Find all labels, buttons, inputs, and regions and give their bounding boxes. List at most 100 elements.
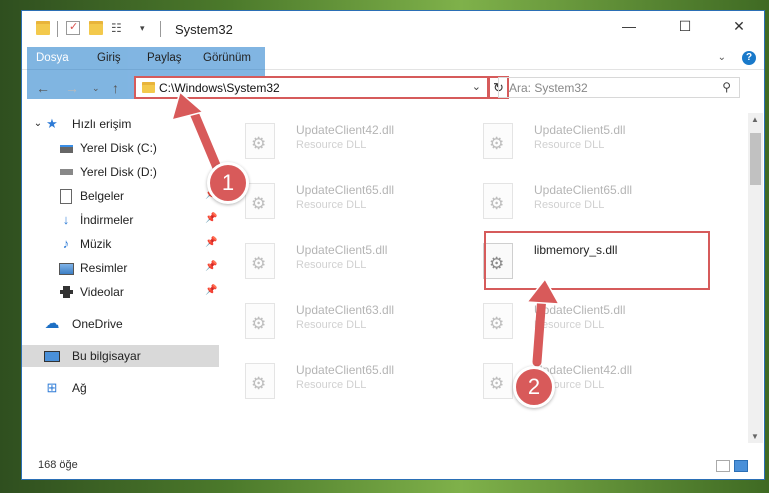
sidebar-item-network[interactable]: ⊞ Ağ <box>22 377 219 399</box>
scroll-down-icon[interactable]: ▼ <box>751 432 759 441</box>
documents-icon <box>58 188 74 204</box>
dll-file-icon: ⚙ <box>245 183 275 219</box>
tab-view[interactable]: Görünüm <box>194 47 260 69</box>
pin-icon[interactable]: 📌 <box>205 285 217 296</box>
explorer-window: ✓ ☷ ▾ System32 — ☐ ✕ Dosya Giriş Paylaş … <box>21 10 765 480</box>
file-item[interactable]: ⚙ UpdateClient42.dll Resource DLL <box>465 353 685 405</box>
sidebar-item-onedrive[interactable]: ☁ OneDrive <box>22 313 219 335</box>
scroll-thumb[interactable] <box>750 133 761 185</box>
file-name: UpdateClient65.dll <box>296 183 395 197</box>
tab-home[interactable]: Giriş <box>88 47 130 69</box>
file-type: Resource DLL <box>534 319 605 331</box>
back-arrow-icon[interactable]: ← <box>36 80 50 96</box>
music-icon: ♪ <box>62 236 70 251</box>
new-folder-icon[interactable] <box>89 21 103 35</box>
dll-file-icon: ⚙ <box>245 363 275 399</box>
item-count: 168 öğe <box>38 459 78 471</box>
sidebar-item-label: Bu bilgisayar <box>72 349 141 363</box>
forward-arrow-icon[interactable]: → <box>65 80 79 96</box>
sidebar-item-downloads[interactable]: ↓ İndirmeler 📌 <box>22 209 219 231</box>
ribbon-tabs: Dosya Giriş Paylaş Görünüm ⌄ ? <box>22 47 764 99</box>
pin-icon[interactable]: 📌 <box>205 213 217 224</box>
file-type: Resource DLL <box>296 199 367 211</box>
pin-icon[interactable]: 📌 <box>205 261 217 272</box>
step-2-badge: 2 <box>513 366 555 408</box>
properties-icon[interactable]: ✓ <box>66 21 80 35</box>
ribbon-expand-icon[interactable]: ⌄ <box>718 52 726 63</box>
drive-icon <box>58 164 74 180</box>
sidebar-item-this-pc[interactable]: Bu bilgisayar <box>22 345 219 367</box>
computer-icon <box>44 348 60 364</box>
file-item[interactable]: ⚙ UpdateClient65.dll Resource DLL <box>465 173 685 225</box>
highlight-box <box>484 231 710 290</box>
sidebar-item-music[interactable]: ♪ Müzik 📌 <box>22 233 219 255</box>
video-icon <box>58 284 74 300</box>
maximize-button[interactable]: ☐ <box>662 15 708 37</box>
search-icon[interactable]: ⚲ <box>722 80 731 94</box>
star-icon: ★ <box>46 116 58 131</box>
dll-file-icon: ⚙ <box>245 243 275 279</box>
tab-share[interactable]: Paylaş <box>138 47 191 69</box>
file-type: Resource DLL <box>534 199 605 211</box>
sidebar-item-local-disk-d[interactable]: Yerel Disk (D:) <box>22 161 219 183</box>
sidebar-item-label: Yerel Disk (C:) <box>80 141 157 155</box>
chevron-down-icon[interactable]: ⌄ <box>472 80 481 93</box>
folder-icon <box>36 21 50 35</box>
pin-icon[interactable]: 📌 <box>205 237 217 248</box>
sidebar-item-videos[interactable]: Videolar 📌 <box>22 281 219 303</box>
details-view-icon[interactable] <box>716 460 730 472</box>
file-type: Resource DLL <box>296 319 367 331</box>
navigation-pane: ⌄ ★ Hızlı erişim Yerel Disk (C:) Yerel D… <box>22 113 219 443</box>
window-title: System32 <box>175 22 233 37</box>
sidebar-item-label: Müzik <box>80 237 112 251</box>
vertical-scrollbar[interactable]: ▲ ▼ <box>748 113 763 443</box>
dll-file-icon: ⚙ <box>483 363 513 399</box>
sidebar-item-label: Videolar <box>80 285 124 299</box>
file-item[interactable]: ⚙ UpdateClient5.dll Resource DLL <box>227 233 447 285</box>
sidebar-item-pictures[interactable]: Resimler 📌 <box>22 257 219 279</box>
scroll-up-icon[interactable]: ▲ <box>751 115 759 124</box>
sidebar-item-quick-access[interactable]: ⌄ ★ Hızlı erişim <box>22 113 219 135</box>
pictures-icon <box>58 260 74 276</box>
status-bar: 168 öğe <box>22 453 764 479</box>
sidebar-item-label: İndirmeler <box>80 213 134 227</box>
cloud-icon: ☁ <box>44 315 60 332</box>
file-type: Resource DLL <box>296 259 367 271</box>
folder-icon <box>142 82 155 93</box>
separator <box>160 21 161 37</box>
sidebar-item-label: Belgeler <box>80 189 125 203</box>
search-placeholder: Ara: System32 <box>509 81 588 95</box>
file-item[interactable]: ⚙ UpdateClient65.dll Resource DLL <box>227 353 447 405</box>
file-name: UpdateClient42.dll <box>296 123 395 137</box>
file-item[interactable]: ⚙ UpdateClient42.dll Resource DLL <box>227 113 447 165</box>
separator <box>57 21 58 37</box>
address-bar[interactable]: C:\Windows\System32 ⌄ <box>134 76 489 99</box>
file-item[interactable]: ⚙ UpdateClient65.dll Resource DLL <box>227 173 447 225</box>
sidebar-item-documents[interactable]: Belgeler 📌 <box>22 185 219 207</box>
dll-file-icon: ⚙ <box>245 303 275 339</box>
network-icon: ⊞ <box>46 380 58 395</box>
sidebar-item-label: Hızlı erişim <box>72 117 132 131</box>
sidebar-item-label: OneDrive <box>72 317 123 331</box>
search-input[interactable]: Ara: System32 ⚲ <box>498 77 740 98</box>
recent-dropdown-icon[interactable]: ⌄ <box>92 83 100 94</box>
file-name: UpdateClient65.dll <box>296 363 395 377</box>
file-name: UpdateClient5.dll <box>534 303 626 317</box>
customize-icon[interactable]: ☷ <box>111 21 125 35</box>
file-name: UpdateClient65.dll <box>534 183 633 197</box>
large-icons-view-icon[interactable] <box>734 460 748 472</box>
step-1-badge: 1 <box>207 162 249 204</box>
download-icon: ↓ <box>62 212 70 227</box>
sidebar-item-label: Ağ <box>72 381 87 395</box>
close-button[interactable]: ✕ <box>716 15 762 37</box>
address-path: C:\Windows\System32 <box>159 81 280 95</box>
file-item[interactable]: ⚙ UpdateClient5.dll Resource DLL <box>465 293 685 345</box>
qat-dropdown-icon[interactable]: ▾ <box>140 21 154 35</box>
minimize-button[interactable]: — <box>606 15 652 37</box>
file-item[interactable]: ⚙ UpdateClient63.dll Resource DLL <box>227 293 447 345</box>
sidebar-item-local-disk-c[interactable]: Yerel Disk (C:) <box>22 137 219 159</box>
file-item[interactable]: ⚙ UpdateClient5.dll Resource DLL <box>465 113 685 165</box>
navigation-bar: ← → ⌄ ↑ C:\Windows\System32 ⌄ ↻ Ara: Sys… <box>22 73 764 103</box>
help-icon[interactable]: ? <box>742 51 756 65</box>
up-arrow-icon[interactable]: ↑ <box>112 80 119 96</box>
